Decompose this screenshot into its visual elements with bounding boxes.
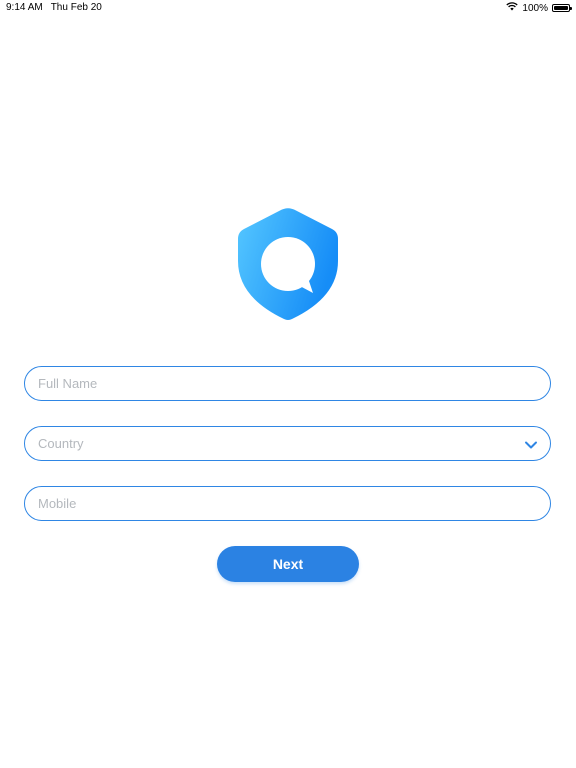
shield-chat-icon — [236, 207, 340, 323]
country-select[interactable] — [24, 426, 551, 461]
mobile-input[interactable] — [38, 487, 518, 520]
wifi-icon — [506, 2, 519, 14]
battery-icon — [552, 4, 572, 12]
country-input[interactable] — [38, 427, 518, 460]
battery-percentage: 100% — [522, 2, 548, 14]
mobile-field[interactable] — [24, 486, 551, 521]
status-right: 100% — [506, 2, 572, 14]
next-button[interactable]: Next — [217, 546, 359, 582]
chevron-down-icon[interactable] — [524, 438, 538, 450]
status-time: 9:14 AM — [6, 2, 43, 13]
status-bar: 9:14 AM Thu Feb 20 100% — [0, 0, 576, 16]
status-left: 9:14 AM Thu Feb 20 — [6, 2, 102, 13]
full-name-input[interactable] — [38, 367, 518, 400]
registration-screen: 9:14 AM Thu Feb 20 100% Full Name Countr… — [0, 0, 576, 768]
status-date: Thu Feb 20 — [50, 2, 102, 13]
full-name-field[interactable] — [24, 366, 551, 401]
